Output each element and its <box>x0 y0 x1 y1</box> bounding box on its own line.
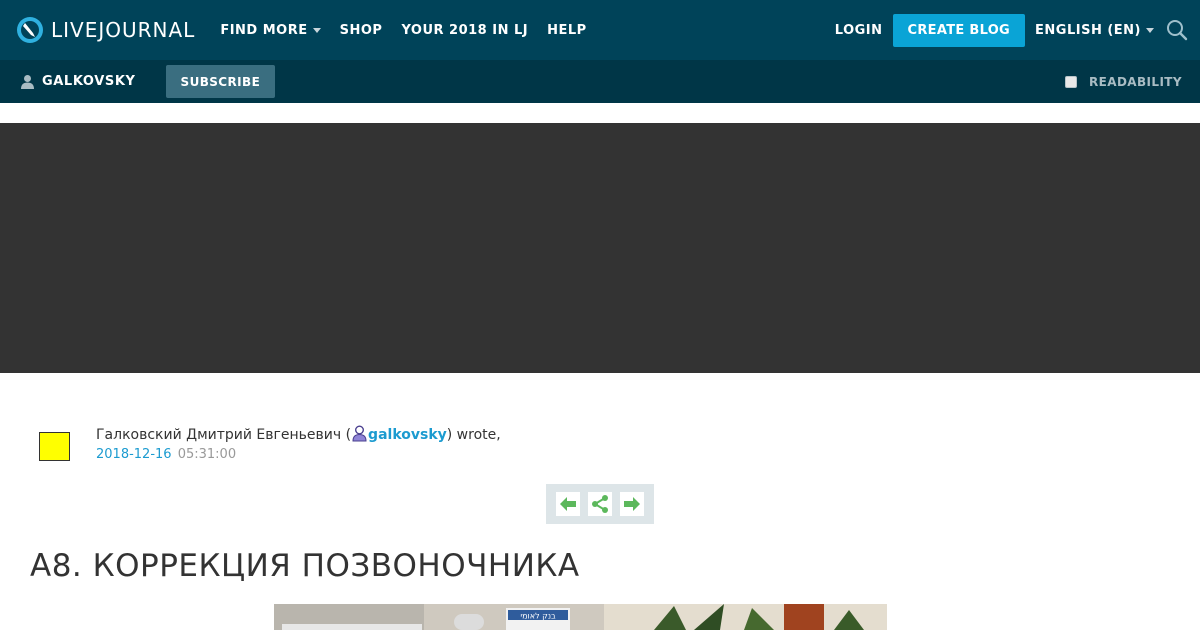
user-icon[interactable] <box>351 425 368 442</box>
entry-dateline: 2018-12-16 05:31:00 <box>96 447 236 462</box>
author-wrote: ) wrote, <box>446 427 501 443</box>
nav-shop[interactable]: SHOP <box>340 23 383 38</box>
nav-help[interactable]: HELP <box>547 23 587 38</box>
entry-photo: בנק לאומי <box>274 604 887 630</box>
author-username-link[interactable]: galkovsky <box>368 427 447 443</box>
logo-text: LIVEJOURNAL <box>51 18 196 42</box>
entry-title: А8. КОРРЕКЦИЯ ПОЗВОНОЧНИКА <box>30 548 580 584</box>
previous-entry-button[interactable] <box>556 492 580 516</box>
arrow-right-icon <box>624 497 640 511</box>
journal-banner <box>0 123 1200 373</box>
nav-find-more-label: FIND MORE <box>220 22 308 38</box>
userpic[interactable] <box>39 432 70 461</box>
account-nav: LOGIN CREATE BLOG ENGLISH (EN) <box>835 0 1200 60</box>
nav-help-label: HELP <box>547 22 587 38</box>
entry-controls <box>546 484 654 524</box>
search-icon[interactable] <box>1166 19 1188 41</box>
next-entry-button[interactable] <box>620 492 644 516</box>
entry-image: בנק לאומי <box>274 604 887 630</box>
entry-time: 05:31:00 <box>177 447 237 462</box>
share-icon <box>592 495 608 513</box>
readability-toggle[interactable]: READABILITY <box>1065 60 1182 103</box>
nav-find-more[interactable]: FIND MORE <box>220 22 321 38</box>
chevron-down-icon <box>312 27 321 33</box>
user-icon <box>21 75 34 89</box>
chevron-down-icon <box>1146 27 1154 33</box>
livejournal-logo[interactable]: LIVEJOURNAL <box>16 16 195 44</box>
language-selector[interactable]: ENGLISH (EN) <box>1035 23 1154 38</box>
journal-name: GALKOVSKY <box>42 74 136 89</box>
arrow-left-icon <box>560 497 576 511</box>
entry-date-link[interactable]: 2018-12-16 <box>96 447 172 462</box>
livejournal-logo-icon <box>17 17 43 43</box>
readability-label: READABILITY <box>1089 74 1182 89</box>
journal-bar: GALKOVSKY SUBSCRIBE READABILITY <box>0 60 1200 103</box>
login-link[interactable]: LOGIN <box>835 23 883 38</box>
entry-byline: Галковский Дмитрий Евгеньевич ( galkovsk… <box>96 425 501 443</box>
top-navigation-bar: LIVEJOURNAL FIND MORE SHOP YOUR 2018 IN … <box>0 0 1200 60</box>
journal-user[interactable]: GALKOVSKY <box>20 74 136 89</box>
language-label: ENGLISH (EN) <box>1035 22 1141 38</box>
share-button[interactable] <box>588 492 612 516</box>
bank-sign-text: בנק לאומי <box>520 612 556 621</box>
subscribe-button[interactable]: SUBSCRIBE <box>165 65 276 98</box>
nav-shop-label: SHOP <box>339 22 383 38</box>
nav-your-2018[interactable]: YOUR 2018 IN LJ <box>401 23 528 38</box>
main-nav: FIND MORE SHOP YOUR 2018 IN LJ HELP <box>220 23 605 38</box>
nav-your-2018-label: YOUR 2018 IN LJ <box>401 22 529 38</box>
author-fullname: Галковский Дмитрий Евгеньевич ( <box>96 427 352 443</box>
readability-checkbox[interactable] <box>1065 75 1078 88</box>
create-blog-button[interactable]: CREATE BLOG <box>892 13 1026 47</box>
